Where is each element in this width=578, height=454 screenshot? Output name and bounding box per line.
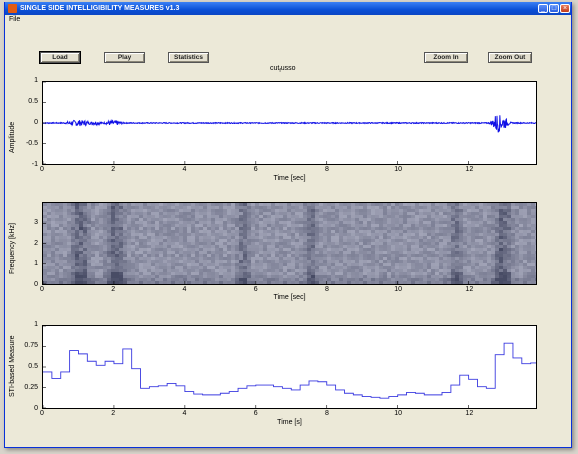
zoom-in-button[interactable]: Zoom In bbox=[424, 52, 468, 63]
spectrogram-x-tick-label: 6 bbox=[253, 286, 258, 293]
waveform-trace bbox=[43, 115, 536, 133]
load-button[interactable]: Load bbox=[40, 52, 80, 63]
statistics-button[interactable]: Statistics bbox=[168, 52, 209, 63]
sti-plot[interactable] bbox=[42, 325, 537, 409]
sti-x-tick-label: 8 bbox=[324, 410, 329, 417]
sti-x-tick-label: 6 bbox=[253, 410, 258, 417]
sti-line bbox=[43, 342, 536, 399]
waveform-x-tick-label: 4 bbox=[182, 166, 187, 173]
waveform-y-tick-label: -1 bbox=[31, 161, 38, 168]
sti-y-axis-label: STI-based Measure bbox=[9, 335, 16, 397]
waveform-x-tick-label: 8 bbox=[324, 166, 329, 173]
waveform-y-tick-label: -0.5 bbox=[25, 140, 38, 147]
spectrogram-x-axis-label: Time [sec] bbox=[273, 294, 306, 301]
sti-x-tick-label: 4 bbox=[182, 410, 187, 417]
matlab-icon bbox=[8, 4, 17, 13]
sti-y-tick-label: 0.75 bbox=[24, 342, 38, 349]
file-title: cutfusso bbox=[270, 65, 296, 74]
waveform-x-tick-label: 12 bbox=[465, 166, 474, 173]
waveform-y-tick-label: 1 bbox=[34, 77, 38, 84]
spectrogram-y-tick-label: 3 bbox=[34, 218, 38, 226]
spectrogram-y-axis-label: Frequency [kHz] bbox=[9, 222, 16, 274]
zoom-out-button[interactable]: Zoom Out bbox=[488, 52, 532, 63]
waveform-x-tick-label: 10 bbox=[394, 166, 402, 173]
spectrogram-x-tick-label: 12 bbox=[465, 286, 474, 293]
menu-file[interactable]: File bbox=[9, 15, 20, 25]
spectrogram-x-tick-label: 2 bbox=[111, 286, 116, 293]
app-window: SINGLE SIDE INTELLIGIBILITY MEASURES v1.… bbox=[4, 2, 572, 448]
play-button[interactable]: Play bbox=[104, 52, 145, 63]
sti-y-tick-label: 0.25 bbox=[24, 384, 38, 391]
sti-x-tick-label: 12 bbox=[465, 410, 474, 417]
waveform-x-tick-label: 2 bbox=[111, 166, 116, 173]
spectrogram-plot[interactable] bbox=[42, 202, 537, 285]
spectrogram-x-tick-label: 8 bbox=[324, 286, 329, 293]
spectrogram-cells bbox=[43, 203, 536, 284]
sti-y-tick-label: 0.5 bbox=[28, 363, 38, 370]
waveform-y-tick-label: 0.5 bbox=[28, 98, 38, 105]
waveform-x-tick-label: 6 bbox=[253, 166, 258, 173]
menu-bar: File bbox=[5, 15, 571, 25]
waveform-y-axis-label: Amplitude bbox=[9, 121, 16, 153]
spectrogram-y-tick-label: 0 bbox=[34, 281, 38, 288]
spectrogram-y-tick-label: 1 bbox=[34, 260, 38, 268]
window-title: SINGLE SIDE INTELLIGIBILITY MEASURES v1.… bbox=[20, 5, 180, 12]
waveform-plot[interactable] bbox=[42, 81, 537, 165]
sti-y-tick-label: 0 bbox=[34, 405, 38, 412]
sti-x-tick-label: 10 bbox=[394, 410, 402, 417]
sti-x-axis-label: Time [s] bbox=[277, 419, 302, 426]
spectrogram-x-tick-label: 4 bbox=[182, 286, 187, 293]
sti-x-tick-label: 2 bbox=[111, 410, 116, 417]
title-bar[interactable]: SINGLE SIDE INTELLIGIBILITY MEASURES v1.… bbox=[5, 2, 571, 15]
close-button[interactable]: × bbox=[560, 4, 570, 13]
sti-y-tick-label: 1 bbox=[34, 321, 38, 328]
waveform-y-tick-label: 0 bbox=[34, 119, 38, 126]
spectrogram-x-tick-label: 10 bbox=[394, 286, 402, 293]
minimize-button[interactable]: _ bbox=[538, 4, 548, 13]
waveform-x-axis-label: Time [sec] bbox=[273, 175, 306, 182]
maximize-button[interactable]: □ bbox=[549, 4, 559, 13]
spectrogram-y-tick-label: 2 bbox=[34, 239, 38, 247]
